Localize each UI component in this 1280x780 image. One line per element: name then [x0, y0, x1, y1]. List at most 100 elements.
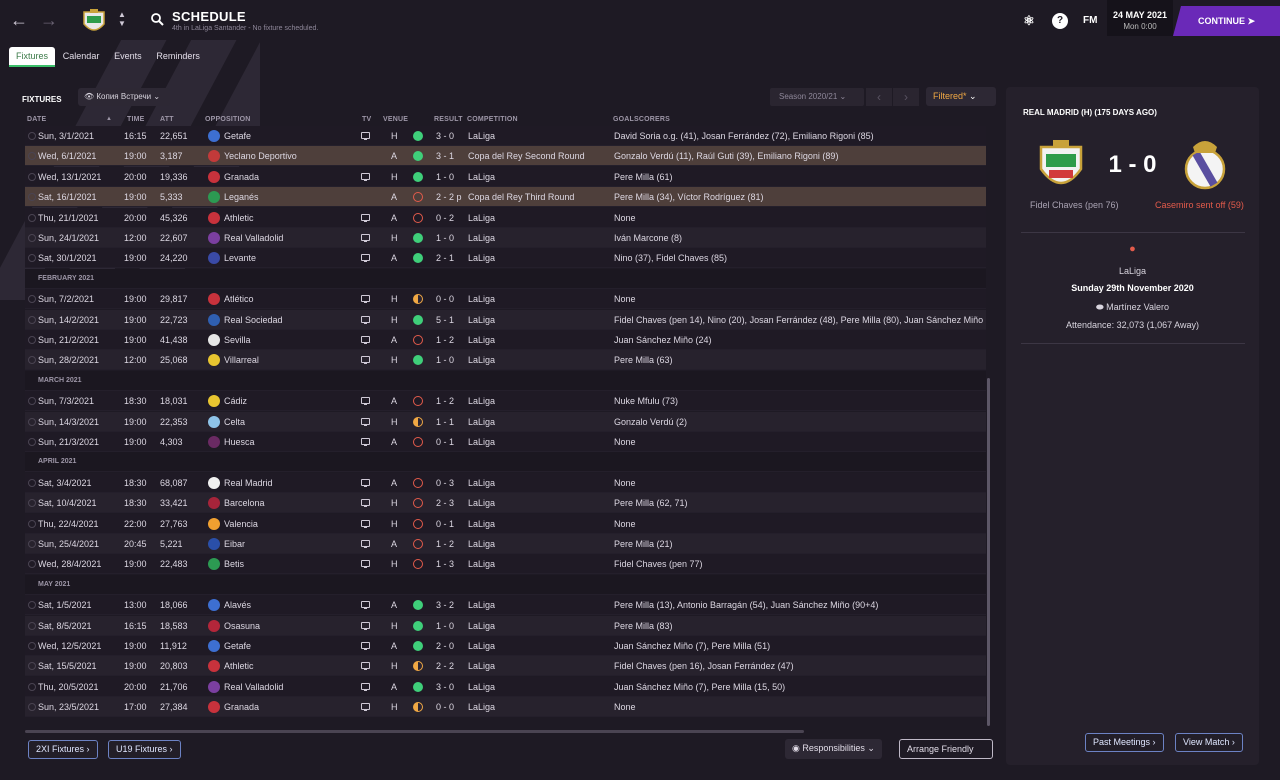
- fixture-score[interactable]: 1 - 3: [436, 559, 454, 569]
- opponent-name[interactable]: Athletic: [224, 661, 254, 671]
- tab-fixtures[interactable]: Fixtures: [9, 47, 56, 67]
- opponent-name[interactable]: Real Sociedad: [224, 315, 283, 325]
- vertical-scrollbar[interactable]: [987, 378, 990, 726]
- fixture-score[interactable]: 1 - 2: [436, 396, 454, 406]
- fixture-score[interactable]: 0 - 0: [436, 702, 454, 712]
- table-row[interactable]: Thu, 20/5/2021 20:00 21,706 Real Valladolid…: [25, 676, 986, 697]
- fixture-score[interactable]: 0 - 0: [436, 294, 454, 304]
- col-goalscorers[interactable]: GOALSCORERS: [613, 116, 670, 123]
- continue-button[interactable]: CONTINUE ➤: [1173, 6, 1280, 36]
- back-arrow-icon[interactable]: ←: [10, 10, 28, 31]
- fixture-competition[interactable]: LaLiga: [468, 621, 495, 631]
- opponent-name[interactable]: Real Valladolid: [224, 682, 283, 692]
- fm-menu-label[interactable]: FM: [1083, 15, 1097, 26]
- fixture-competition[interactable]: LaLiga: [468, 417, 495, 427]
- fixture-competition[interactable]: LaLiga: [468, 233, 495, 243]
- arrange-friendly-button[interactable]: Arrange Friendly: [899, 739, 993, 759]
- fixture-score[interactable]: 1 - 0: [436, 233, 454, 243]
- col-time[interactable]: TIME: [127, 116, 145, 123]
- fixture-competition[interactable]: LaLiga: [468, 682, 495, 692]
- col-opposition[interactable]: OPPOSITION: [205, 116, 251, 123]
- opponent-name[interactable]: Eibar: [224, 539, 245, 549]
- fixture-competition[interactable]: LaLiga: [468, 131, 495, 141]
- opponent-name[interactable]: Yeclano Deportivo: [224, 151, 297, 161]
- opponent-name[interactable]: Osasuna: [224, 621, 260, 631]
- 2xi-fixtures-button[interactable]: 2XI Fixtures ›: [28, 740, 98, 759]
- fixture-score[interactable]: 0 - 1: [436, 437, 454, 447]
- table-row[interactable]: Wed, 28/4/2021 19:00 22,483 Betis H 1 - 3 LaLi…: [25, 554, 986, 575]
- prev-page-icon[interactable]: ‹: [866, 88, 892, 106]
- table-row[interactable]: Thu, 22/4/2021 22:00 27,763 Valencia H 0 - 1 L…: [25, 513, 986, 534]
- opponent-name[interactable]: Cádiz: [224, 396, 247, 406]
- game-date[interactable]: 24 MAY 2021 Mon 0:00: [1107, 0, 1173, 36]
- table-row[interactable]: Sat, 1/5/2021 13:00 18,066 Alavés A 3 - 2 LaLi…: [25, 595, 986, 616]
- table-row[interactable]: Sun, 7/2/2021 19:00 29,817 Atlético H 0 - 0 La…: [25, 289, 986, 310]
- fixture-competition[interactable]: LaLiga: [468, 172, 495, 182]
- table-row[interactable]: Sat, 30/1/2021 19:00 24,220 Levante A 2 - 1 La…: [25, 248, 986, 269]
- sort-asc-icon[interactable]: ▲: [106, 116, 112, 122]
- fixture-score[interactable]: 2 - 2 p: [436, 192, 462, 202]
- opponent-name[interactable]: Leganés: [224, 192, 259, 202]
- table-row[interactable]: Sat, 10/4/2021 18:30 33,421 Barcelona H 2 - 3…: [25, 493, 986, 514]
- fixture-competition[interactable]: LaLiga: [468, 498, 495, 508]
- fixture-competition[interactable]: LaLiga: [468, 315, 495, 325]
- tab-calendar[interactable]: Calendar: [56, 47, 107, 65]
- forward-arrow-icon[interactable]: →: [40, 10, 58, 31]
- table-row[interactable]: Sun, 23/5/2021 17:00 27,384 Granada H 0 - 0 La…: [25, 697, 986, 718]
- help-icon[interactable]: ?: [1052, 13, 1068, 29]
- fixture-score[interactable]: 1 - 0: [436, 621, 454, 631]
- u19-fixtures-button[interactable]: U19 Fixtures ›: [108, 740, 181, 759]
- fixture-score[interactable]: 1 - 0: [436, 172, 454, 182]
- fixture-score[interactable]: 2 - 2: [436, 661, 454, 671]
- horizontal-scrollbar[interactable]: [25, 730, 804, 733]
- table-row[interactable]: Sun, 7/3/2021 18:30 18,031 Cádiz A 1 - 2 LaLig…: [25, 391, 986, 412]
- fixture-competition[interactable]: LaLiga: [468, 253, 495, 263]
- fixture-competition[interactable]: LaLiga: [468, 437, 495, 447]
- fixture-score[interactable]: 1 - 0: [436, 355, 454, 365]
- club-crest-icon[interactable]: [80, 6, 108, 36]
- fixture-score[interactable]: 1 - 2: [436, 335, 454, 345]
- fixture-score[interactable]: 2 - 1: [436, 253, 454, 263]
- fixture-competition[interactable]: LaLiga: [468, 600, 495, 610]
- table-row[interactable]: Sat, 8/5/2021 16:15 18,583 Osasuna H 1 - 0 LaL…: [25, 615, 986, 636]
- fixture-competition[interactable]: LaLiga: [468, 702, 495, 712]
- opponent-name[interactable]: Villarreal: [224, 355, 259, 365]
- fixture-competition[interactable]: LaLiga: [468, 641, 495, 651]
- view-dropdown[interactable]: 👁 Копия Встречи ⌄: [78, 88, 170, 106]
- fixture-competition[interactable]: LaLiga: [468, 335, 495, 345]
- col-att[interactable]: ATT: [160, 116, 174, 123]
- fixture-score[interactable]: 1 - 2: [436, 539, 454, 549]
- table-row[interactable]: Sun, 21/3/2021 19:00 4,303 Huesca A 0 - 1 LaLi…: [25, 432, 986, 452]
- opponent-name[interactable]: Celta: [224, 417, 245, 427]
- table-row[interactable]: Sun, 14/2/2021 19:00 22,723 Real Sociedad H 5…: [25, 309, 986, 330]
- club-info-icon[interactable]: ⚛: [1021, 13, 1037, 29]
- fixture-competition[interactable]: LaLiga: [468, 355, 495, 365]
- fixture-score[interactable]: 3 - 0: [436, 131, 454, 141]
- table-row[interactable]: Sun, 24/1/2021 12:00 22,607 Real Valladolid…: [25, 228, 986, 248]
- fixture-score[interactable]: 3 - 2: [436, 600, 454, 610]
- col-competition[interactable]: COMPETITION: [467, 116, 518, 123]
- col-date[interactable]: DATE: [27, 116, 46, 123]
- table-row[interactable]: Thu, 21/1/2021 20:00 45,326 Athletic A 0 - 2 L…: [25, 207, 986, 228]
- table-row[interactable]: Sat, 15/5/2021 19:00 20,803 Athletic H 2 - 2 L…: [25, 656, 986, 677]
- fixture-score[interactable]: 3 - 0: [436, 682, 454, 692]
- tab-reminders[interactable]: Reminders: [149, 47, 207, 65]
- next-page-icon[interactable]: ›: [893, 88, 919, 106]
- table-row[interactable]: Sun, 21/2/2021 19:00 41,438 Sevilla A 1 - 2 La…: [25, 330, 986, 350]
- fixture-competition[interactable]: LaLiga: [468, 396, 495, 406]
- opponent-name[interactable]: Barcelona: [224, 498, 265, 508]
- fixture-score[interactable]: 0 - 2: [436, 213, 454, 223]
- opponent-name[interactable]: Alavés: [224, 600, 251, 610]
- table-row[interactable]: Wed, 6/1/2021 19:00 3,187 Yeclano Deportivo…: [25, 146, 986, 167]
- opponent-name[interactable]: Betis: [224, 559, 244, 569]
- fixture-competition[interactable]: Copa del Rey Third Round: [468, 192, 574, 202]
- opponent-name[interactable]: Levante: [224, 253, 256, 263]
- filter-dropdown[interactable]: Filtered* ⌄: [926, 87, 996, 106]
- opponent-name[interactable]: Atlético: [224, 294, 254, 304]
- fixture-competition[interactable]: LaLiga: [468, 661, 495, 671]
- fixture-competition[interactable]: LaLiga: [468, 519, 495, 529]
- col-tv[interactable]: TV: [362, 116, 371, 123]
- search-icon[interactable]: [150, 12, 164, 26]
- season-select[interactable]: Season 2020/21 ⌄: [770, 88, 864, 106]
- opponent-name[interactable]: Sevilla: [224, 335, 251, 345]
